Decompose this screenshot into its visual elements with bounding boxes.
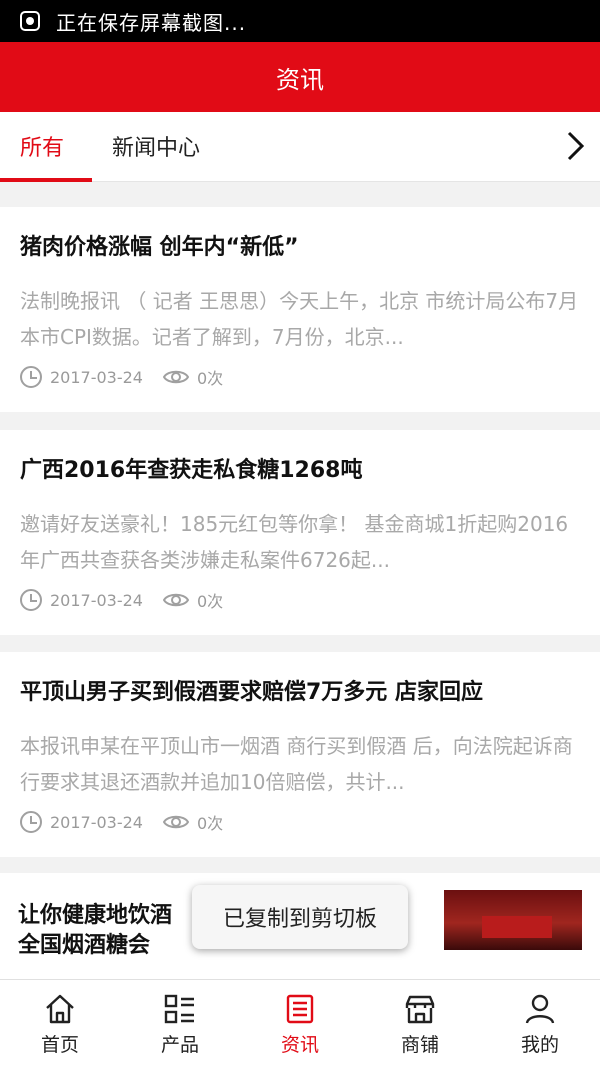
- thumbnail-banner: [482, 916, 552, 938]
- article-summary: 邀请好友送豪礼！185元红包等你拿！ 基金商城1折起购2016年广西共查获各类涉…: [20, 512, 569, 572]
- tab-all[interactable]: 所有: [20, 112, 64, 180]
- eye-icon: [162, 593, 189, 607]
- product-list-icon: [164, 994, 194, 1023]
- chevron-right-icon: [567, 131, 585, 161]
- article-title: 平顶山男子买到假酒要求赔偿7万多元 店家回应: [20, 680, 483, 705]
- article-card[interactable]: 平顶山男子买到假酒要求赔偿7万多元 店家回应 本报讯申某在平顶山市一烟酒 商行买…: [0, 652, 600, 857]
- article-summary: 本报讯申某在平顶山市一烟酒 商行买到假酒 后，向法院起诉商行要求其退还酒款并追加…: [20, 734, 573, 794]
- nav-home[interactable]: 首页: [0, 980, 120, 1067]
- nav-products-label: 产品: [160, 1033, 199, 1056]
- article-meta: 2017-03-24 0次: [20, 588, 223, 612]
- nav-shop-label: 商铺: [400, 1033, 439, 1056]
- page-title: 资讯: [276, 65, 324, 94]
- copied-toast: 已复制到剪切板: [192, 885, 408, 949]
- clock-icon: [20, 366, 42, 388]
- news-icon: [286, 994, 314, 1023]
- nav-products[interactable]: 产品: [120, 980, 240, 1067]
- nav-profile-label: 我的: [520, 1033, 559, 1056]
- user-icon: [525, 994, 555, 1023]
- shop-icon: [405, 995, 435, 1023]
- nav-news[interactable]: 资讯: [240, 980, 360, 1067]
- article-meta: 2017-03-24 0次: [20, 365, 223, 389]
- nav-shop[interactable]: 商铺: [360, 980, 480, 1067]
- article-title: 让你健康地饮酒 全国烟酒糖会: [18, 903, 173, 958]
- page-header: 资讯: [0, 42, 600, 112]
- article-title: 广西2016年查获走私食糖1268吨: [20, 458, 363, 483]
- article-meta: 2017-03-24 0次: [20, 810, 223, 834]
- status-text: 正在保存屏幕截图...: [56, 10, 247, 35]
- bottom-nav: 首页 产品 资讯 商铺 我的: [0, 979, 600, 1067]
- clock-icon: [20, 589, 42, 611]
- eye-icon: [162, 815, 189, 829]
- screenshot-icon: [20, 11, 40, 31]
- article-thumbnail: [444, 890, 582, 950]
- article-date: 2017-03-24: [50, 812, 143, 832]
- clock-icon: [20, 811, 42, 833]
- nav-profile[interactable]: 我的: [480, 980, 600, 1067]
- article-summary: 法制晚报讯 （ 记者 王思思）今天上午，北京 市统计局公布7月本市CPI数据。记…: [20, 289, 579, 349]
- article-date: 2017-03-24: [50, 590, 143, 610]
- article-title: 猪肉价格涨幅 创年内“新低”: [20, 235, 299, 260]
- article-card[interactable]: 猪肉价格涨幅 创年内“新低” 法制晚报讯 （ 记者 王思思）今天上午，北京 市统…: [0, 207, 600, 412]
- category-tabs: 所有 新闻中心: [0, 112, 600, 182]
- home-icon: [46, 994, 74, 1023]
- article-views: 0次: [196, 814, 224, 833]
- article-card[interactable]: 广西2016年查获走私食糖1268吨 邀请好友送豪礼！185元红包等你拿！ 基金…: [0, 430, 600, 635]
- tabs-next-button[interactable]: [550, 112, 600, 180]
- article-views: 0次: [196, 369, 224, 388]
- article-views: 0次: [196, 592, 224, 611]
- active-tab-indicator: [0, 178, 92, 182]
- article-date: 2017-03-24: [50, 367, 143, 387]
- status-bar: 正在保存屏幕截图...: [0, 0, 600, 42]
- nav-home-label: 首页: [40, 1033, 79, 1056]
- tab-news-center[interactable]: 新闻中心: [112, 112, 200, 180]
- eye-icon: [162, 370, 189, 384]
- nav-news-label: 资讯: [280, 1033, 319, 1056]
